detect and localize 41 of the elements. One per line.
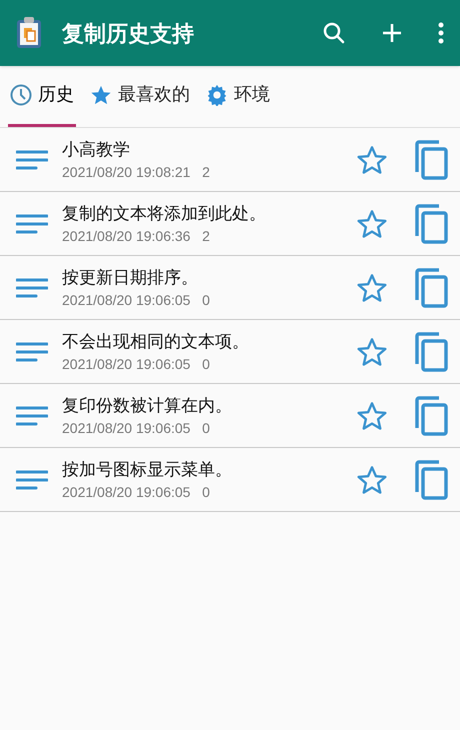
item-text: 复印份数被计算在内。 — [62, 394, 233, 416]
item-meta: 2021/08/20 19:06:05 0 — [62, 482, 211, 502]
star-icon[interactable] — [356, 208, 388, 240]
lines-icon[interactable] — [16, 468, 48, 490]
star-icon[interactable] — [356, 464, 388, 496]
item-text: 复制的文本将添加到此处。 — [62, 202, 267, 224]
lines-icon[interactable] — [16, 276, 48, 298]
add-icon[interactable] — [382, 23, 402, 43]
clipboard-icon — [16, 17, 42, 49]
star-icon — [90, 84, 112, 106]
copy-icon[interactable] — [414, 332, 448, 372]
star-icon[interactable] — [356, 400, 388, 432]
item-text: 不会出现相同的文本项。 — [62, 330, 250, 352]
item-meta: 2021/08/20 19:06:05 0 — [62, 418, 211, 438]
app-title: 复制历史支持 — [62, 20, 194, 48]
lines-icon[interactable] — [16, 212, 48, 234]
gear-icon — [206, 84, 228, 106]
clock-icon — [10, 84, 32, 106]
item-meta: 2021/08/20 19:06:05 0 — [62, 354, 211, 374]
item-meta: 2021/08/20 19:06:05 0 — [62, 290, 211, 310]
copy-icon[interactable] — [414, 268, 448, 308]
item-text: 按更新日期排序。 — [62, 266, 199, 288]
item-meta: 2021/08/20 19:08:21 2 — [62, 162, 211, 182]
star-icon[interactable] — [356, 144, 388, 176]
tab[interactable]: 历史 — [8, 65, 76, 127]
star-icon[interactable] — [356, 336, 388, 368]
tab[interactable]: 最喜欢的 — [88, 65, 192, 127]
lines-icon[interactable] — [16, 340, 48, 362]
copy-icon[interactable] — [414, 204, 448, 244]
lines-icon[interactable] — [16, 148, 48, 170]
lines-icon[interactable] — [16, 404, 48, 426]
star-icon[interactable] — [356, 272, 388, 304]
copy-icon[interactable] — [414, 460, 448, 500]
more-icon[interactable] — [438, 22, 444, 44]
item-meta: 2021/08/20 19:06:36 2 — [62, 226, 211, 246]
tab[interactable]: 环境 — [204, 65, 272, 127]
search-icon[interactable] — [322, 21, 346, 45]
item-text: 按加号图标显示菜单。 — [62, 458, 233, 480]
item-text: 小高教学 — [62, 138, 131, 160]
copy-icon[interactable] — [414, 396, 448, 436]
copy-icon[interactable] — [414, 140, 448, 180]
